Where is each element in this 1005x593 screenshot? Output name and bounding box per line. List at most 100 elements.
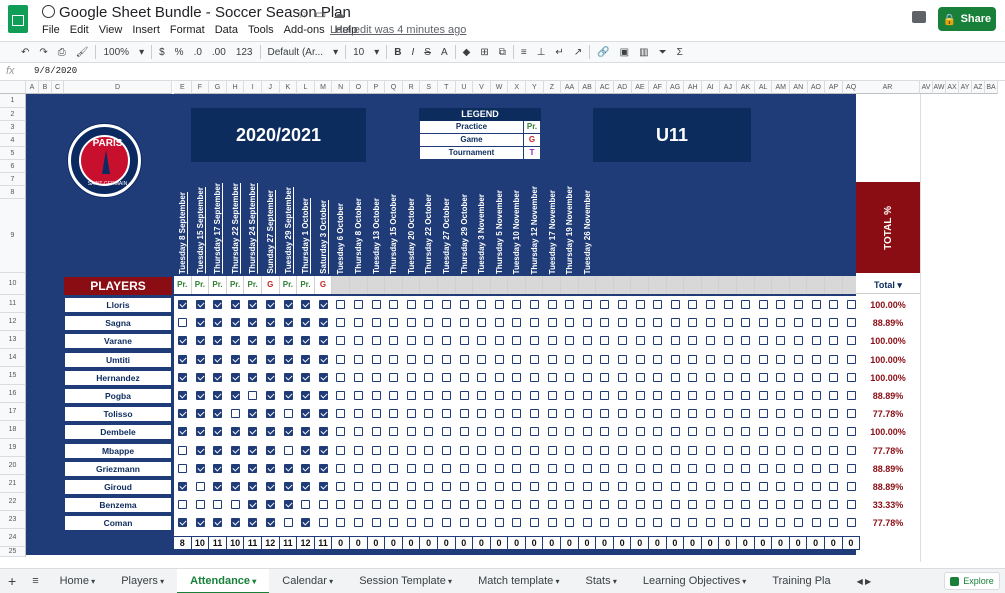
attendance-checkbox[interactable]: [442, 518, 451, 528]
attendance-checkbox[interactable]: [618, 300, 627, 309]
row-header[interactable]: 23: [0, 511, 26, 529]
attendance-checkbox[interactable]: [195, 482, 205, 491]
session-type-cell[interactable]: [508, 276, 526, 294]
attendance-checkbox[interactable]: [283, 391, 293, 400]
attendance-checkbox[interactable]: [688, 336, 698, 346]
column-header[interactable]: S: [420, 81, 438, 94]
menu-data[interactable]: Data: [215, 24, 238, 36]
attendance-checkbox[interactable]: [318, 318, 328, 328]
column-header[interactable]: AF: [649, 81, 667, 94]
column-header[interactable]: AP: [825, 81, 843, 94]
attendance-checkbox[interactable]: [266, 445, 275, 455]
column-header[interactable]: AN: [790, 81, 808, 94]
attendance-checkbox[interactable]: [776, 518, 786, 528]
attendance-checkbox[interactable]: [600, 336, 610, 346]
attendance-checkbox[interactable]: [741, 445, 751, 455]
attendance-checkbox[interactable]: [741, 409, 751, 419]
formula-value[interactable]: 9/8/2020: [34, 66, 77, 76]
attendance-checkbox[interactable]: [670, 300, 680, 309]
attendance-checkbox[interactable]: [530, 372, 539, 382]
attendance-checkbox[interactable]: [442, 336, 451, 346]
row-header[interactable]: 2: [0, 108, 26, 121]
attendance-checkbox[interactable]: [389, 300, 399, 309]
attendance-checkbox[interactable]: [776, 336, 786, 346]
session-type-cell[interactable]: [561, 276, 579, 294]
attendance-checkbox[interactable]: [459, 372, 469, 382]
session-type-cell[interactable]: [578, 276, 597, 294]
attendance-checkbox[interactable]: [758, 336, 768, 346]
attendance-checkbox[interactable]: [688, 427, 698, 437]
attendance-checkbox[interactable]: [688, 463, 698, 473]
attendance-checkbox[interactable]: [494, 427, 504, 437]
move-folder-icon[interactable]: ▭: [315, 7, 326, 21]
cloud-icon[interactable]: ☁: [333, 7, 345, 21]
attendance-checkbox[interactable]: [459, 354, 469, 364]
attendance-checkbox[interactable]: [741, 500, 751, 510]
attendance-checkbox[interactable]: [230, 336, 240, 346]
attendance-checkbox[interactable]: [318, 463, 328, 473]
player-name[interactable]: Sagna: [64, 315, 172, 332]
menu-edit[interactable]: Edit: [70, 24, 89, 36]
row-header[interactable]: 25: [0, 547, 26, 557]
attendance-checkbox[interactable]: [530, 463, 539, 473]
attendance-checkbox[interactable]: [230, 318, 240, 328]
filter-icon[interactable]: ⏷: [654, 47, 672, 58]
attendance-checkbox[interactable]: [582, 500, 592, 510]
attendance-checkbox[interactable]: [459, 445, 469, 455]
session-type-cell[interactable]: Pr.: [244, 276, 262, 294]
attendance-checkbox[interactable]: [582, 409, 592, 419]
column-header[interactable]: G: [209, 81, 227, 94]
attendance-checkbox[interactable]: [195, 336, 205, 346]
attendance-checkbox[interactable]: [829, 318, 839, 328]
attendance-checkbox[interactable]: [354, 318, 363, 328]
attendance-checkbox[interactable]: [248, 354, 258, 364]
attendance-checkbox[interactable]: [706, 318, 715, 328]
attendance-checkbox[interactable]: [846, 300, 856, 309]
attendance-checkbox[interactable]: [494, 482, 504, 491]
row-header[interactable]: 15: [0, 367, 26, 385]
attendance-checkbox[interactable]: [706, 500, 715, 510]
attendance-checkbox[interactable]: [406, 518, 416, 528]
attendance-checkbox[interactable]: [565, 482, 575, 491]
attendance-checkbox[interactable]: [371, 445, 381, 455]
attendance-checkbox[interactable]: [494, 500, 504, 510]
attendance-checkbox[interactable]: [318, 336, 328, 346]
attendance-checkbox[interactable]: [530, 354, 539, 364]
column-header[interactable]: B: [39, 81, 52, 94]
attendance-checkbox[interactable]: [846, 482, 856, 491]
session-type-cell[interactable]: [719, 276, 737, 294]
session-type-cell[interactable]: [807, 276, 825, 294]
attendance-checkbox[interactable]: [283, 482, 293, 491]
attendance-checkbox[interactable]: [794, 427, 803, 437]
attendance-checkbox[interactable]: [230, 391, 240, 400]
attendance-checkbox[interactable]: [547, 318, 557, 328]
star-icon[interactable]: ☆: [297, 7, 308, 21]
attendance-checkbox[interactable]: [371, 409, 381, 419]
attendance-checkbox[interactable]: [688, 391, 698, 400]
session-type-cell[interactable]: [349, 276, 368, 294]
attendance-checkbox[interactable]: [424, 409, 434, 419]
merge-cells-icon[interactable]: ⧉: [494, 47, 511, 58]
attendance-checkbox[interactable]: [829, 445, 839, 455]
attendance-checkbox[interactable]: [283, 409, 293, 419]
attendance-checkbox[interactable]: [530, 500, 539, 510]
session-type-cell[interactable]: [754, 276, 773, 294]
session-type-cell[interactable]: [772, 276, 790, 294]
session-type-cell[interactable]: [455, 276, 474, 294]
attendance-checkbox[interactable]: [547, 336, 557, 346]
column-header[interactable]: K: [279, 81, 298, 94]
menu-tools[interactable]: Tools: [248, 24, 274, 36]
print-icon[interactable]: ⎙: [53, 47, 71, 58]
attendance-checkbox[interactable]: [582, 391, 592, 400]
attendance-checkbox[interactable]: [406, 336, 416, 346]
attendance-checkbox[interactable]: [354, 391, 363, 400]
column-header[interactable]: AA: [561, 81, 579, 94]
attendance-checkbox[interactable]: [178, 500, 187, 510]
add-sheet-icon[interactable]: +: [0, 569, 24, 593]
attendance-checkbox[interactable]: [178, 300, 187, 309]
attendance-checkbox[interactable]: [442, 300, 451, 309]
attendance-checkbox[interactable]: [653, 354, 663, 364]
attendance-checkbox[interactable]: [213, 318, 223, 328]
session-type-cell[interactable]: [737, 276, 755, 294]
attendance-checkbox[interactable]: [371, 336, 381, 346]
